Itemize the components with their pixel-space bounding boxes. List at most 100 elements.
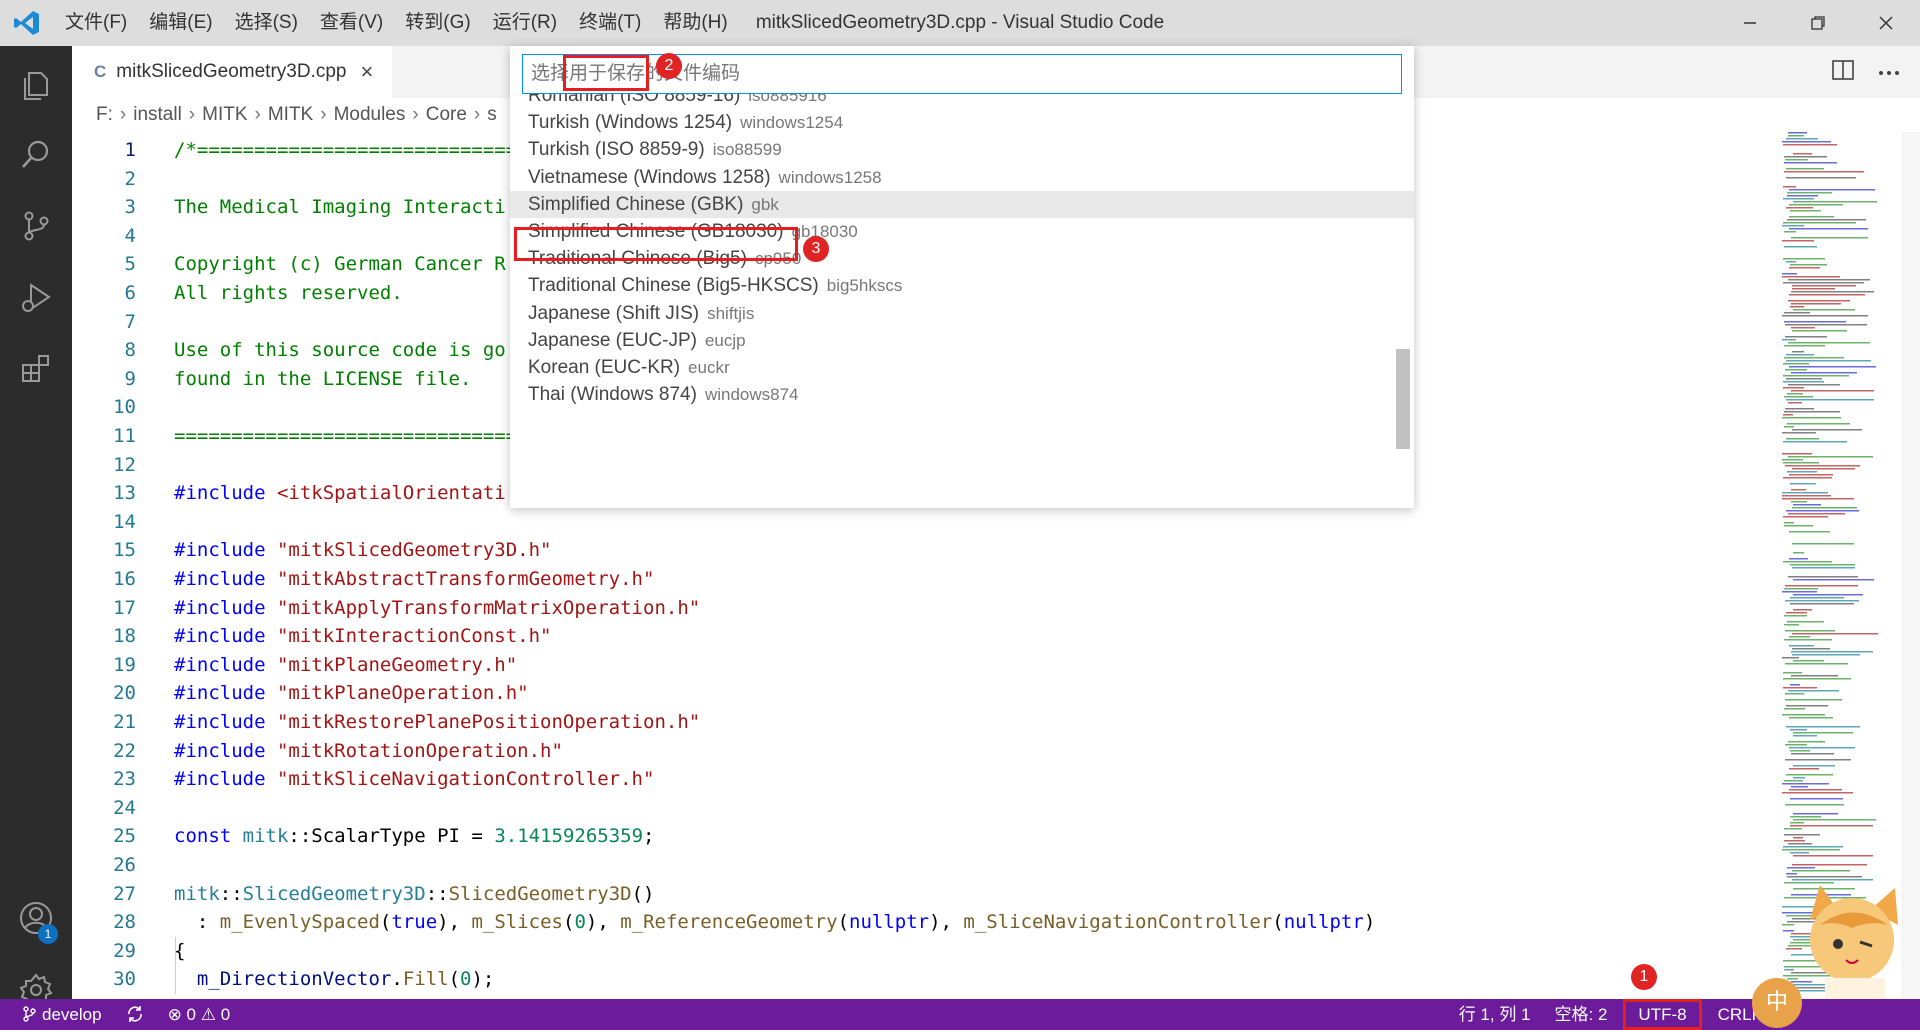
minimap-line <box>1788 135 1804 137</box>
breadcrumb-item[interactable]: install <box>133 104 182 126</box>
minimap-line <box>1792 429 1862 431</box>
run-debug-icon[interactable] <box>0 266 72 330</box>
code-token: SlicedGeometry3D <box>448 882 632 905</box>
menu-selection[interactable]: 选择(S) <box>224 0 309 46</box>
branch-status[interactable]: develop <box>0 999 114 1030</box>
menu-terminal[interactable]: 终端(T) <box>568 0 652 46</box>
minimap-line <box>1784 162 1837 164</box>
code-token: /*============================== <box>174 139 541 161</box>
minimap-line <box>1792 567 1855 569</box>
menu-view[interactable]: 查看(V) <box>309 0 394 46</box>
minimap-line <box>1788 843 1812 845</box>
encoding-option[interactable]: Thai (Windows 874) windows874 <box>510 381 1414 408</box>
search-icon[interactable] <box>0 122 72 186</box>
close-tab-icon[interactable]: × <box>360 59 373 85</box>
quick-pick-input[interactable]: 选择用于保存的文件编码 <box>522 54 1402 94</box>
line-number: 20 <box>113 682 136 705</box>
more-actions-icon[interactable] <box>1878 63 1900 81</box>
split-editor-icon[interactable] <box>1832 59 1854 85</box>
encoding-option[interactable]: Turkish (Windows 1254) windows1254 <box>510 109 1414 136</box>
code-text: #include "mitkPlaneGeometry.h" <box>174 651 517 680</box>
quick-pick-scrollbar[interactable] <box>1396 349 1410 449</box>
minimap-line <box>1791 390 1874 392</box>
encoding-option[interactable]: Romanian (ISO 8859-16) iso885916 <box>510 94 1414 109</box>
encoding-option[interactable]: Japanese (EUC-JP) eucjp <box>510 327 1414 354</box>
minimap-line <box>1788 402 1802 404</box>
minimap-line <box>1783 381 1824 383</box>
tab-mitkslicedgeometry3d[interactable]: C mitkSlicedGeometry3D.cpp × <box>72 46 392 98</box>
breadcrumb-item[interactable]: Core <box>426 104 467 126</box>
minimap-line <box>1789 717 1833 719</box>
annotation-marker-2: 2 <box>656 53 682 79</box>
breadcrumb-item[interactable]: MITK <box>268 104 313 126</box>
code-token: ), <box>585 911 621 934</box>
code-text: All rights reserved. <box>174 279 403 308</box>
code-token: 0 <box>460 968 472 991</box>
minimap-line <box>1793 855 1873 857</box>
encoding-option[interactable]: Simplified Chinese (GBK) gbk <box>510 190 1414 218</box>
minimap-line <box>1790 729 1807 731</box>
minimap-line <box>1785 759 1851 761</box>
code-token: found in the LICENSE file. <box>174 367 472 390</box>
code-token: ::ScalarType PI = <box>288 825 495 848</box>
restore-button[interactable] <box>1784 0 1852 46</box>
source-control-icon[interactable] <box>0 194 72 258</box>
menu-file[interactable]: 文件(F) <box>54 0 138 46</box>
line-number: 24 <box>113 796 136 819</box>
explorer-icon[interactable] <box>0 54 72 118</box>
code-token: #include <box>174 539 277 562</box>
encoding-option[interactable]: Japanese (Shift JIS) shiftjis <box>510 300 1414 327</box>
breadcrumb-item[interactable]: s <box>487 104 497 126</box>
menu-edit[interactable]: 编辑(E) <box>138 0 223 46</box>
code-token: true <box>391 911 438 934</box>
minimap-line <box>1784 171 1864 173</box>
editor-scrollbar[interactable] <box>1902 132 1920 999</box>
minimap-line <box>1790 684 1800 686</box>
minimize-button[interactable] <box>1716 0 1784 46</box>
problems-status[interactable]: ⊗ 0 ⚠ 0 <box>156 999 243 1030</box>
minimap-line <box>1786 774 1833 776</box>
minimap-line <box>1789 189 1875 191</box>
cursor-position[interactable]: 行 1, 列 1 <box>1447 999 1543 1030</box>
warning-count: 0 <box>220 1005 231 1024</box>
code-line: 28 : m_EvenlySpaced(true), m_Slices(0), … <box>72 908 1772 937</box>
minimap-line <box>1784 828 1802 830</box>
encoding-id: iso885916 <box>748 94 827 105</box>
encoding-id: gb18030 <box>791 222 858 241</box>
menu-run[interactable]: 运行(R) <box>482 0 568 46</box>
ime-indicator[interactable]: 中 <box>1752 978 1802 1028</box>
menu-go[interactable]: 转到(G) <box>394 0 481 46</box>
breadcrumb-item[interactable]: Modules <box>334 104 406 126</box>
extensions-icon[interactable] <box>0 336 72 400</box>
encoding-option[interactable]: Korean (EUC-KR) euckr <box>510 354 1414 381</box>
accounts-badge: 1 <box>38 924 58 944</box>
indentation-status[interactable]: 空格: 2 <box>1543 999 1620 1030</box>
minimap-line <box>1786 354 1814 356</box>
encoding-id: windows874 <box>704 385 799 405</box>
minimap-line <box>1782 492 1828 494</box>
minimap-line <box>1783 678 1851 680</box>
error-count: 0 <box>186 1005 197 1024</box>
close-window-button[interactable] <box>1852 0 1920 46</box>
breadcrumb-item[interactable]: F: <box>96 104 113 126</box>
minimap-line <box>1784 231 1796 233</box>
menu-help[interactable]: 帮助(H) <box>652 0 738 46</box>
minimap-line <box>1789 768 1819 770</box>
accounts-icon[interactable]: 1 <box>0 886 72 950</box>
encoding-option[interactable]: Traditional Chinese (Big5-HKSCS) big5hksc… <box>510 272 1414 299</box>
encoding-status[interactable]: UTF-8 <box>1623 999 1702 1030</box>
encoding-option[interactable]: Vietnamese (Windows 1258) windows1258 <box>510 164 1414 191</box>
code-token: "mitkSlicedGeometry3D.h" <box>276 539 552 562</box>
minimap-line <box>1789 366 1876 368</box>
sync-icon[interactable] <box>114 999 156 1030</box>
minimap[interactable] <box>1780 132 1902 999</box>
minimap-line <box>1786 705 1828 707</box>
encoding-option[interactable]: Turkish (ISO 8859-9) iso88599 <box>510 136 1414 163</box>
breadcrumb-item[interactable]: MITK <box>202 104 247 126</box>
minimap-line <box>1784 246 1817 248</box>
minimap-line <box>1788 741 1825 743</box>
minimap-line <box>1793 504 1821 506</box>
minimap-line <box>1786 873 1797 875</box>
minimap-line <box>1789 267 1820 269</box>
line-number: 26 <box>113 854 136 876</box>
